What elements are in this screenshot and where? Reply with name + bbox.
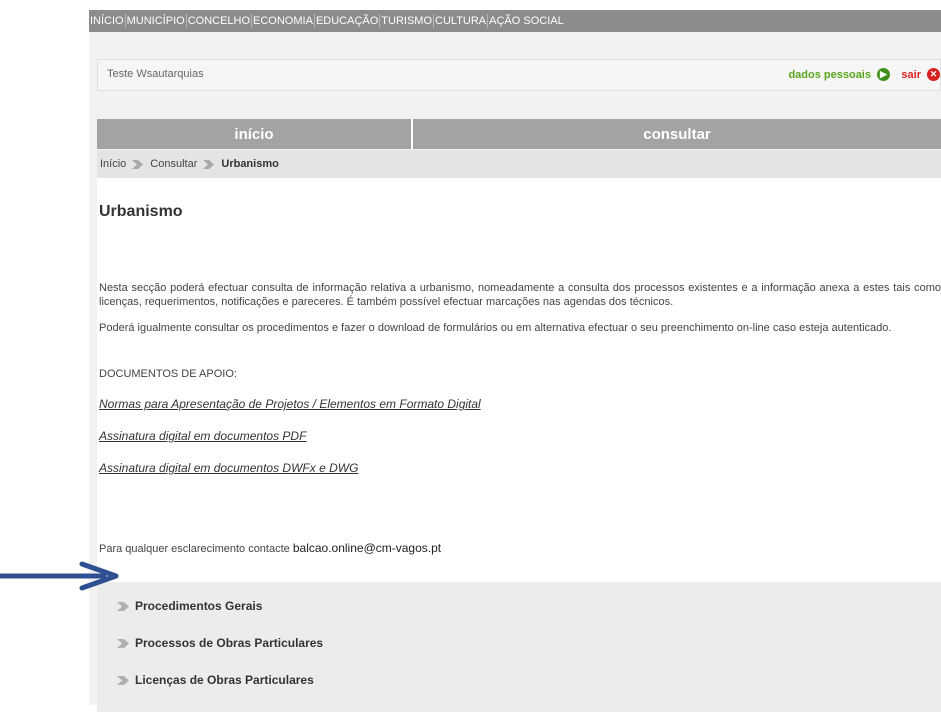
nav-item-cultura[interactable]: CULTURA: [434, 14, 489, 28]
nav-item-turismo[interactable]: TURISMO: [380, 14, 435, 28]
procedure-licencas[interactable]: Licenças de Obras Particulares: [117, 673, 314, 687]
tab-inicio[interactable]: início: [97, 119, 413, 149]
tab-consultar[interactable]: consultar: [413, 119, 941, 149]
chevron-right-icon: [132, 159, 144, 169]
page-title: Urbanismo: [99, 203, 183, 220]
nav-item-economia[interactable]: ECONOMIA: [252, 14, 315, 28]
chevron-right-icon: [117, 601, 129, 611]
procedure-label: Procedimentos Gerais: [135, 599, 263, 613]
chevron-right-icon: [203, 159, 215, 169]
nav-item-acao-social[interactable]: AÇÃO SOCIAL: [488, 14, 565, 28]
breadcrumb-consultar[interactable]: Consultar: [147, 158, 197, 170]
arrow-right-icon: [0, 561, 119, 591]
contact-text: Para qualquer esclarecimento contacte: [99, 543, 290, 555]
nav-item-concelho[interactable]: CONCELHO: [187, 14, 253, 28]
close-circle-icon: ✕: [927, 68, 940, 81]
content-area: Teste Wsautarquias dados pessoais ▶ sair…: [89, 32, 941, 712]
procedures-panel: Procedimentos Gerais Processos de Obras …: [97, 582, 941, 712]
procedure-label: Licenças de Obras Particulares: [135, 673, 314, 687]
procedure-label: Processos de Obras Particulares: [135, 636, 324, 650]
chevron-right-icon: [117, 638, 129, 648]
sair-link[interactable]: sair ✕: [901, 68, 940, 81]
main-panel: Urbanismo Nesta secção poderá efectuar c…: [97, 178, 941, 712]
contact-line: Para qualquer esclarecimento contacte ba…: [99, 541, 441, 555]
user-bar: Teste Wsautarquias dados pessoais ▶ sair…: [97, 59, 941, 91]
main-tabs: início consultar: [97, 119, 941, 149]
intro-paragraph: Nesta secção poderá efectuar consulta de…: [99, 282, 941, 308]
breadcrumb-inicio[interactable]: Início: [97, 158, 126, 170]
nav-item-educacao[interactable]: EDUCAÇÃO: [315, 14, 381, 28]
user-name: Teste Wsautarquias: [107, 68, 204, 80]
doc-link-dwfx[interactable]: Assinatura digital em documentos DWFx e …: [99, 461, 358, 475]
arrow-right-circle-icon: ▶: [877, 68, 890, 81]
intro-paragraph-2: Poderá igualmente consultar os procedime…: [99, 322, 892, 334]
procedure-obras-particulares[interactable]: Processos de Obras Particulares: [117, 636, 323, 650]
nav-item-inicio[interactable]: INÍCIO: [89, 14, 126, 28]
top-navigation: INÍCIO MUNICÍPIO CONCELHO ECONOMIA EDUCA…: [89, 10, 941, 32]
breadcrumb: Início Consultar Urbanismo: [97, 150, 941, 178]
breadcrumb-urbanismo: Urbanismo: [221, 158, 279, 170]
dados-pessoais-label: dados pessoais: [788, 68, 871, 81]
contact-email[interactable]: balcao.online@cm-vagos.pt: [293, 541, 441, 555]
chevron-right-icon: [117, 675, 129, 685]
docs-heading: DOCUMENTOS DE APOIO:: [99, 368, 237, 380]
dados-pessoais-link[interactable]: dados pessoais ▶: [788, 68, 890, 81]
doc-link-normas[interactable]: Normas para Apresentação de Projetos / E…: [99, 397, 481, 411]
nav-item-municipio[interactable]: MUNICÍPIO: [126, 14, 187, 28]
sair-label: sair: [901, 68, 921, 81]
procedure-gerais[interactable]: Procedimentos Gerais: [117, 599, 262, 613]
doc-link-pdf[interactable]: Assinatura digital em documentos PDF: [99, 429, 306, 443]
